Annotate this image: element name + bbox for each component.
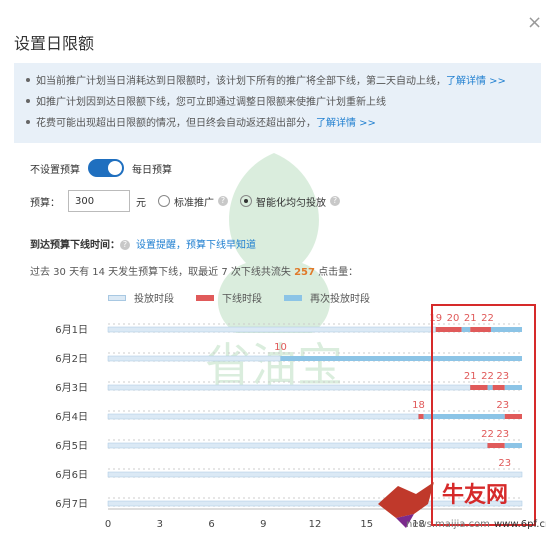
daily-budget-label: 每日预算 (132, 164, 172, 176)
offline-hour-label: 23 (496, 400, 509, 411)
timeline-segment (461, 327, 471, 332)
x-tick-label: 15 (360, 519, 373, 530)
lost-clicks-count: 257 (294, 267, 315, 278)
timeline-segment (490, 327, 522, 332)
timeline-segment (280, 356, 522, 361)
stats-suffix: 点击量： (314, 267, 359, 278)
timeline-segment (107, 326, 436, 333)
watermark-text: 省油宝 (205, 338, 343, 392)
timeline-segment (470, 385, 488, 390)
site-logo: 牛友网 news.maijia.com www.6pf.cn (378, 482, 546, 530)
tip-text-2: 如推广计划因到达日限额下线，您可立即通过调整日限额来使推广计划重新上线 (36, 97, 386, 108)
offline-hour-label: 21 (464, 313, 477, 324)
legend-label: 再次投放时段 (310, 294, 370, 305)
offline-hour-label: 21 (464, 371, 477, 382)
timeline-segment (487, 385, 493, 390)
offline-hour-label: 22 (481, 371, 494, 382)
timeline-segment (492, 385, 505, 390)
stats-prefix: 过去 30 天有 14 天发生预算下线，取最近 7 次下线共流失 (30, 267, 295, 278)
budget-row: 预算： 元 标准推广 ? 智能化均匀投放 ? (30, 190, 340, 212)
help-icon[interactable]: ? (120, 240, 130, 250)
budget-label: 预算： (30, 197, 60, 209)
offline-hour-label: 10 (274, 342, 287, 353)
timeline-segment (504, 414, 522, 419)
x-tick-label: 0 (105, 519, 111, 530)
logo-url-2: www.6pf.cn (494, 519, 546, 530)
tip-row-2: 如推广计划因到达日限额下线，您可立即通过调整日限额来使推广计划重新上线 (26, 92, 529, 113)
timeline-segment (418, 414, 424, 419)
bullet-icon (26, 120, 30, 124)
budget-toggle-switch[interactable] (88, 159, 124, 177)
no-budget-label: 不设置预算 (30, 164, 80, 176)
bullet-icon (26, 99, 30, 103)
chart-legend: 投放时段 下线时段 再次投放时段 (108, 290, 392, 305)
tips-panel: 如当前推广计划当日消耗达到日限额时，该计划下所有的推广将全部下线，第二天自动上线… (14, 63, 541, 143)
row-label: 6月3日 (55, 382, 88, 394)
offline-hour-label: 18 (412, 400, 425, 411)
tip-text-3: 花费可能出现超出日限额的情况，但日终会自动返还超出部分， (36, 118, 316, 129)
offline-hour-label: 20 (447, 313, 460, 324)
x-tick-label: 3 (157, 519, 163, 530)
budget-input[interactable] (68, 190, 130, 212)
legend-item-resumed: 再次投放时段 (284, 290, 370, 305)
legend-item-serving: 投放时段 (108, 290, 174, 305)
set-reminder-link[interactable]: 设置提醒，预算下线早知道 (136, 240, 256, 251)
offline-hour-label: 22 (481, 313, 494, 324)
timeline-segment (107, 442, 488, 449)
logo-brand: 牛友网 (442, 482, 508, 508)
help-icon[interactable]: ? (330, 196, 340, 206)
timeline-segment (435, 327, 462, 332)
tip-row-3: 花费可能出现超出日限额的情况，但日终会自动返还超出部分，了解详情 >> (26, 113, 529, 134)
timeline-segment (504, 443, 522, 448)
offline-hour-label: 23 (496, 429, 509, 440)
x-tick-label: 12 (309, 519, 322, 530)
dialog-title: 设置日限额 (14, 34, 95, 53)
stats-row: 过去 30 天有 14 天发生预算下线，取最近 7 次下线共流失 257 点击量… (30, 263, 358, 278)
row-label: 6月5日 (55, 440, 88, 452)
row-label: 6月1日 (55, 324, 88, 336)
legend-swatch (108, 294, 126, 301)
smart-even-label: 智能化均匀投放 (256, 197, 326, 209)
learn-more-link-2[interactable]: 了解详情 >> (316, 118, 376, 129)
bullet-icon (26, 78, 30, 82)
row-label: 6月4日 (55, 411, 88, 423)
tip-row-1: 如当前推广计划当日消耗达到日限额时，该计划下所有的推广将全部下线，第二天自动上线… (26, 71, 529, 92)
logo-url: news.maijia.com (406, 519, 490, 530)
learn-more-link-1[interactable]: 了解详情 >> (446, 76, 506, 87)
smart-even-radio[interactable] (240, 195, 252, 207)
timeline-segment (487, 443, 505, 448)
timeline-segment (504, 385, 522, 390)
budget-dialog: 设置日限额 × 如当前推广计划当日消耗达到日限额时，该计划下所有的推广将全部下线… (0, 0, 549, 533)
legend-swatch (196, 294, 214, 301)
legend-swatch (284, 294, 302, 301)
budget-toggle-row: 不设置预算 每日预算 (30, 159, 172, 177)
help-icon[interactable]: ? (218, 196, 228, 206)
standard-label: 标准推广 (174, 197, 214, 209)
x-tick-label: 6 (208, 519, 214, 530)
close-icon[interactable]: × (527, 12, 542, 33)
toggle-knob (108, 161, 122, 175)
legend-label: 投放时段 (134, 294, 174, 305)
offline-hour-label: 23 (498, 458, 511, 469)
legend-item-offline: 下线时段 (196, 290, 262, 305)
row-label: 6月7日 (55, 498, 88, 510)
timeline-segment (423, 414, 505, 419)
timeline-segment (107, 413, 419, 420)
legend-label: 下线时段 (222, 294, 262, 305)
timeline-segment (470, 327, 491, 332)
standard-radio[interactable] (158, 195, 170, 207)
offline-hour-label: 22 (481, 429, 494, 440)
budget-unit: 元 (136, 197, 146, 209)
offline-time-label: 到达预算下线时间： (30, 240, 120, 251)
offline-time-row: 到达预算下线时间：? 设置提醒，预算下线早知道 (30, 236, 256, 251)
tip-text-1: 如当前推广计划当日消耗达到日限额时，该计划下所有的推广将全部下线，第二天自动上线… (36, 76, 446, 87)
timeline-segment (107, 384, 471, 391)
row-label: 6月2日 (55, 353, 88, 365)
row-label: 6月6日 (55, 469, 88, 481)
offline-hour-label: 23 (496, 371, 509, 382)
timeline-segment (107, 355, 281, 362)
offline-hour-label: 19 (429, 313, 442, 324)
x-tick-label: 9 (260, 519, 266, 530)
